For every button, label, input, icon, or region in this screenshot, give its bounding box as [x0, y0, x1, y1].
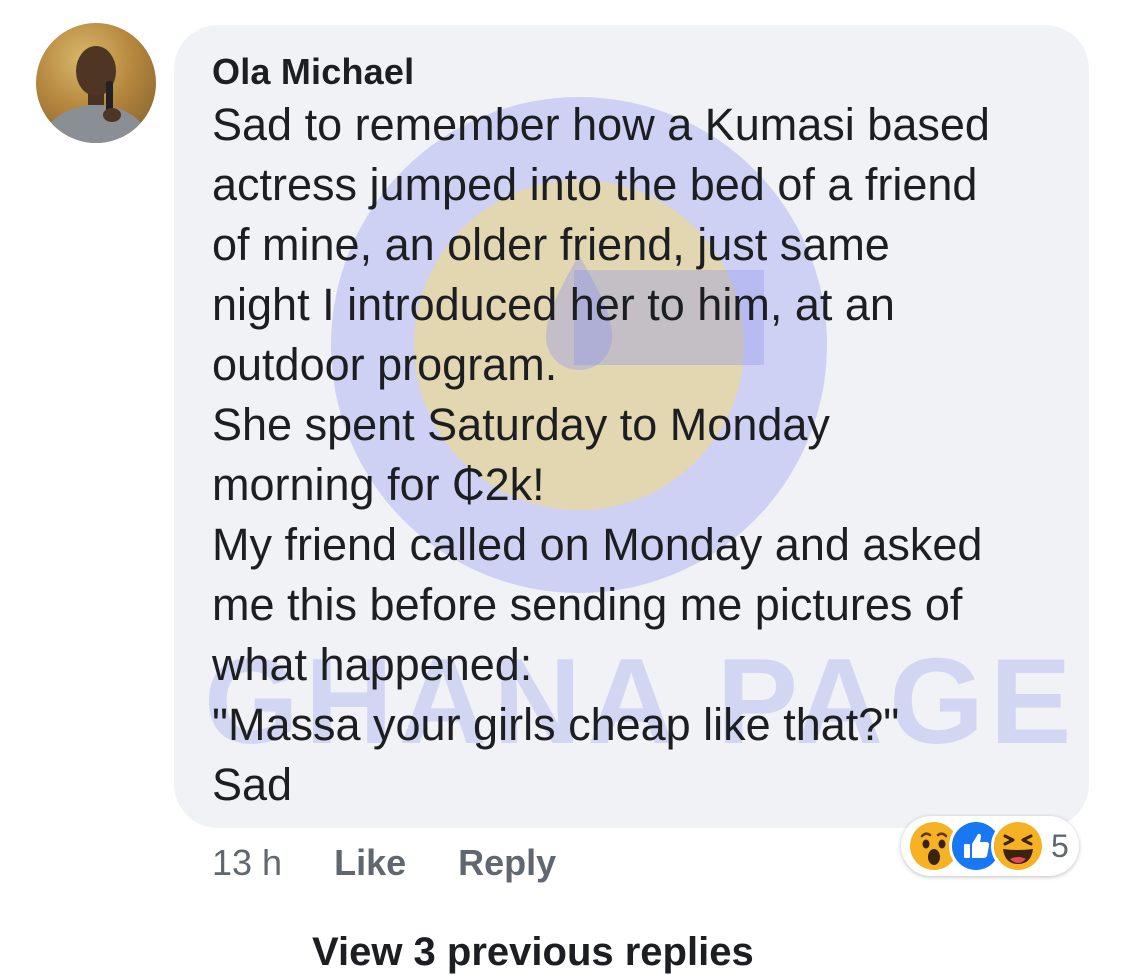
comment-line: night I introduced her to him, at an	[212, 279, 895, 330]
reaction-count: 5	[1051, 827, 1069, 864]
comment-timestamp[interactable]: 13 h	[212, 842, 282, 884]
comment-line: morning for ₵2k!	[212, 459, 545, 510]
comment-line: Sad to remember how a Kumasi based	[212, 99, 990, 150]
like-button[interactable]: Like	[334, 842, 406, 884]
avatar-person-icon	[44, 46, 148, 143]
comment-line: My friend called on Monday and asked	[212, 519, 983, 570]
comment-author[interactable]: Ola Michael	[212, 51, 414, 93]
comment-line: "Massa your girls cheap like that?"	[212, 699, 900, 750]
comment-line: She spent Saturday to Monday	[212, 399, 830, 450]
view-previous-replies-link[interactable]: View 3 previous replies	[312, 930, 754, 975]
avatar[interactable]	[36, 23, 156, 143]
haha-icon	[991, 819, 1045, 873]
comment-line: actress jumped into the bed of a friend	[212, 159, 978, 210]
comment-bubble: GHANA PAGE Ola Michael Sad to remember h…	[174, 25, 1089, 828]
comment-actions: 13 h Like Reply	[212, 838, 608, 888]
reply-button[interactable]: Reply	[458, 842, 556, 884]
comment-line: what happened:	[212, 639, 533, 690]
comment-line: of mine, an older friend, just same	[212, 219, 890, 270]
comment-line: Sad	[212, 759, 293, 810]
comment-line: me this before sending me pictures of	[212, 579, 963, 630]
comment-text: Sad to remember how a Kumasi based actre…	[212, 95, 1072, 815]
reactions-summary[interactable]: 5	[901, 816, 1079, 876]
comment-line: outdoor program.	[212, 339, 558, 390]
